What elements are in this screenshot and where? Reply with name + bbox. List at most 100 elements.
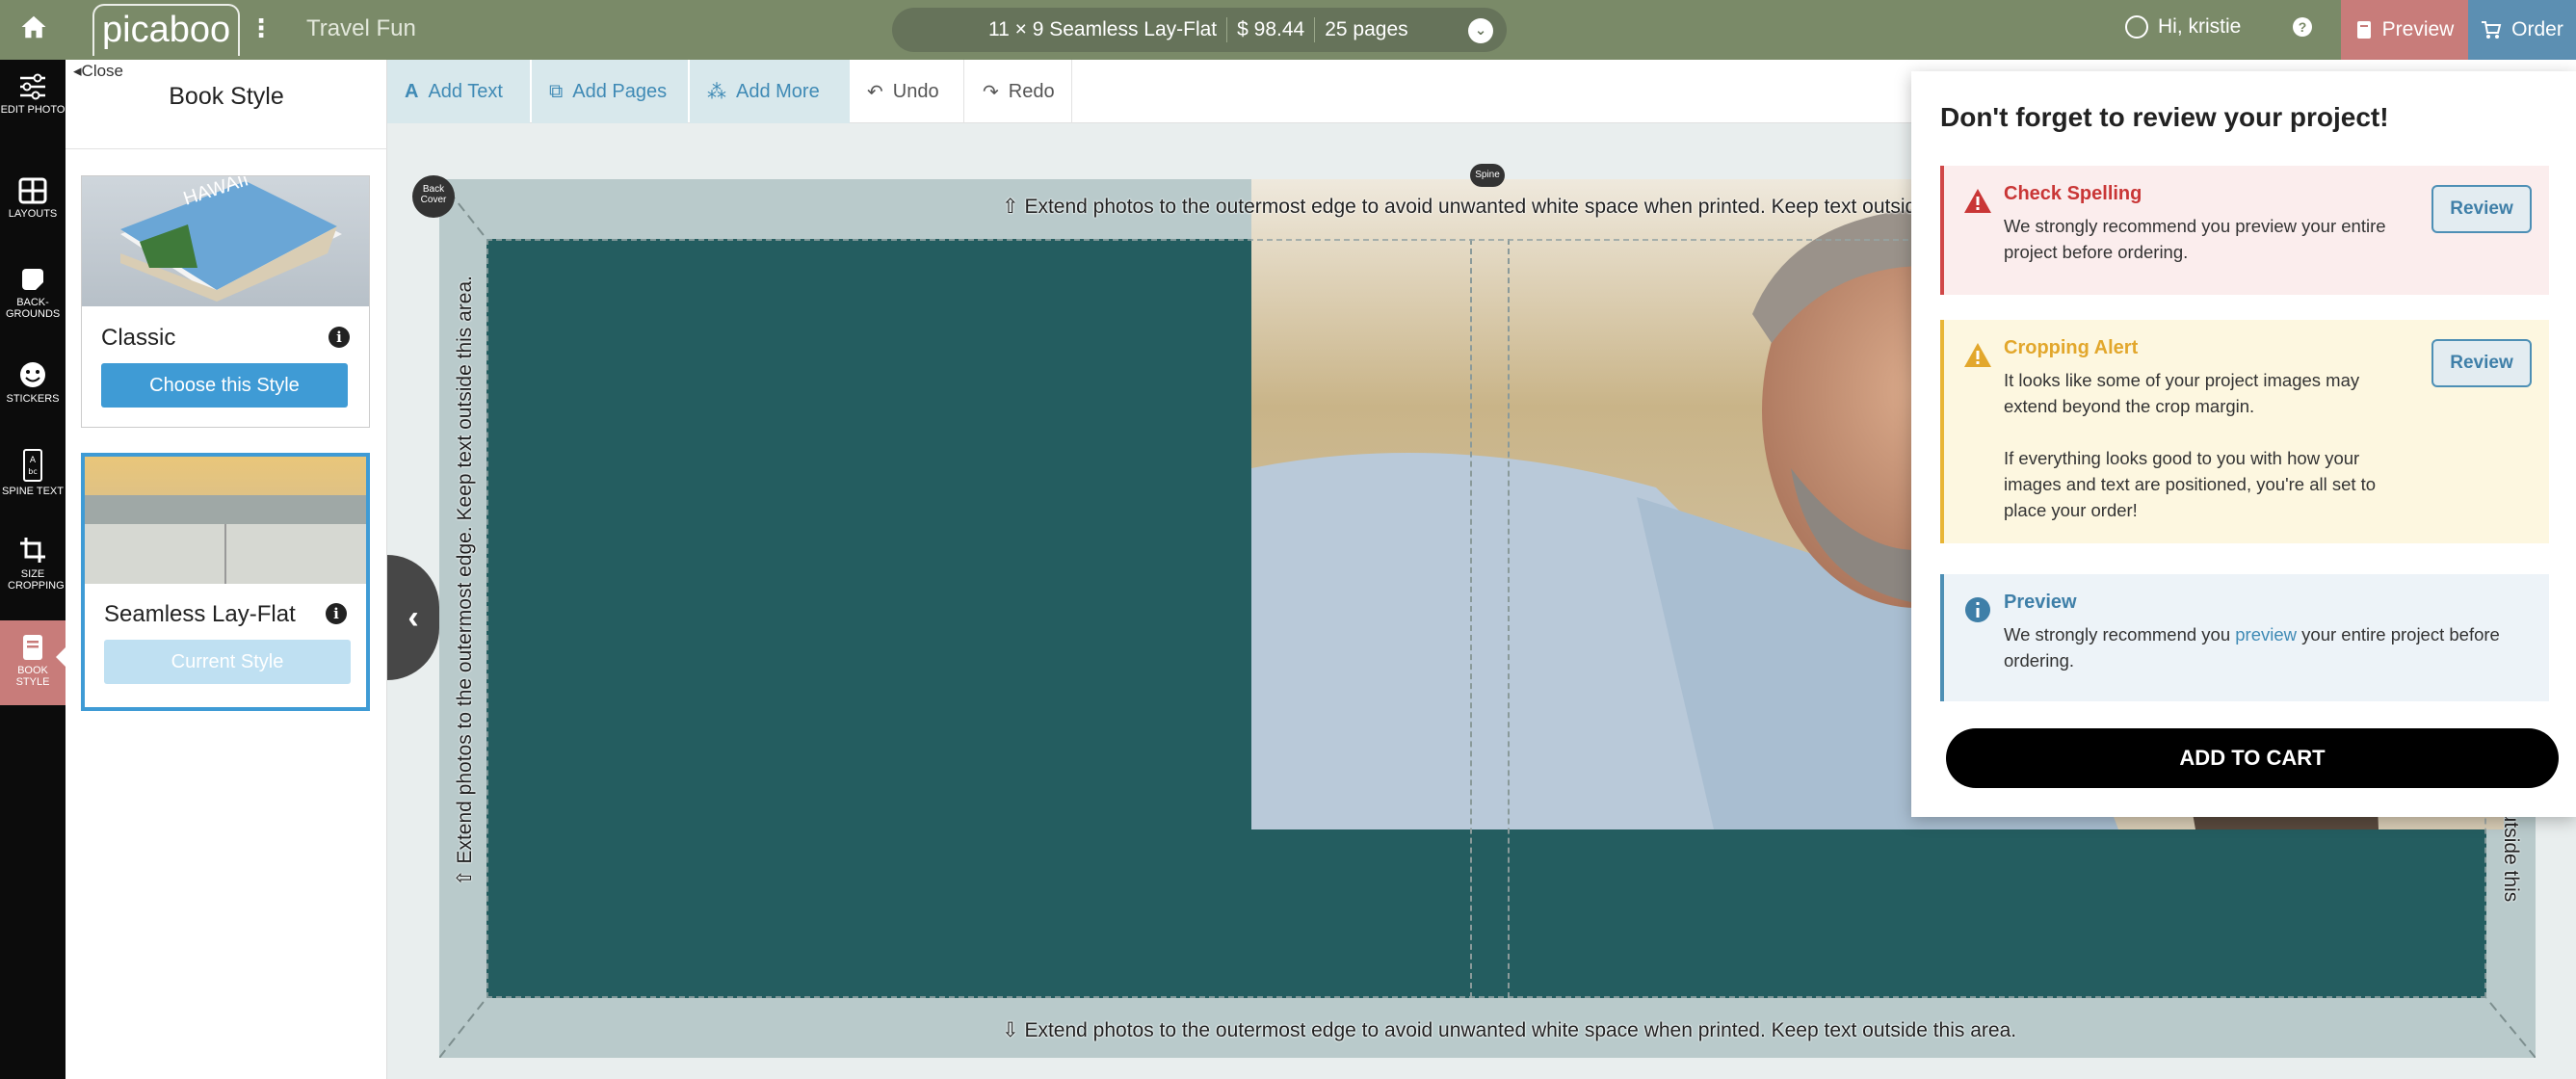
card-body: It looks like some of your project image…: [2004, 370, 2360, 416]
card-body: If everything looks good to you with how…: [2004, 448, 2377, 520]
layflat-book-thumbnail: [85, 457, 366, 584]
cart-icon: [2482, 21, 2502, 39]
book-icon: [2356, 21, 2371, 39]
bleed-text: Extend photos to the outermost edge to a…: [1024, 1019, 2017, 1041]
crop-icon: [20, 538, 45, 563]
card-body: We strongly recommend you preview your e…: [2004, 621, 2524, 673]
check-spelling-card: Check Spelling We strongly recommend you…: [1940, 166, 2549, 295]
page-count: 25 pages: [1325, 18, 1408, 40]
add-more-label: Add More: [736, 80, 820, 102]
divider: [66, 148, 387, 149]
review-cropping-button[interactable]: Review: [2431, 339, 2532, 387]
divider: [963, 60, 964, 123]
book-icon: [23, 635, 42, 660]
project-title[interactable]: Travel Fun: [306, 15, 416, 42]
undo-button[interactable]: ↶ Undo: [850, 60, 963, 123]
review-popup: Don't forget to review your project! Che…: [1911, 71, 2576, 817]
tool-label: SPINE TEXT: [2, 486, 64, 497]
back-cover-badge: Back Cover: [412, 175, 455, 218]
tool-stickers[interactable]: STICKERS: [0, 360, 66, 445]
help-icon[interactable]: ?: [2293, 17, 2312, 37]
tool-spine-text[interactable]: Abc SPINE TEXT: [0, 449, 66, 534]
preview-button[interactable]: Preview: [2341, 0, 2468, 60]
svg-text:bc: bc: [28, 467, 37, 476]
tool-label: SIZE CROPPING: [8, 568, 65, 592]
review-title: Don't forget to review your project!: [1940, 102, 2389, 132]
cropping-alert-card: Cropping Alert It looks like some of you…: [1940, 320, 2549, 543]
user-icon: [2125, 15, 2148, 39]
add-text-label: Add Text: [428, 80, 503, 102]
bleed-text: Extend photos to the outermost edge to a…: [1024, 196, 1965, 218]
text-icon: A: [405, 80, 419, 102]
tool-backgrounds[interactable]: BACK-GROUNDS: [0, 266, 66, 351]
top-bar: picaboo ⋮ Travel Fun 11 × 9 Seamless Lay…: [0, 0, 2576, 60]
tool-book-style[interactable]: BOOK STYLE: [0, 620, 66, 705]
smiley-icon: [20, 362, 45, 387]
order-label: Order: [2511, 18, 2563, 40]
grid-icon: [18, 177, 47, 204]
bleed-notice-top: ⇧ Extend photos to the outermost edge to…: [1002, 196, 1965, 218]
tool-edit-photo[interactable]: EDIT PHOTO: [0, 73, 66, 158]
info-icon: [1965, 597, 1990, 622]
greeting: Hi, kristie: [2158, 15, 2242, 38]
warning-icon: [1964, 189, 1991, 213]
preview-label: Preview: [2381, 18, 2455, 40]
tool-sidebar: EDIT PHOTO LAYOUTS BACK-GROUNDS STICKERS…: [0, 60, 66, 1079]
divider: [1314, 17, 1316, 42]
bleed-notice-left: ⇧ Extend photos to the outermost edge. K…: [454, 276, 476, 886]
spine-badge: Spine: [1470, 164, 1505, 187]
bleed-text: Extend photos to the outermost edge. Kee…: [454, 276, 476, 864]
redo-icon: ↷: [983, 81, 999, 103]
svg-text:A: A: [30, 456, 37, 465]
add-pages-label: Add Pages: [572, 80, 668, 102]
background-icon: [22, 269, 43, 290]
style-name: Classic: [101, 325, 176, 351]
style-card-seamless-lay-flat[interactable]: Seamless Lay-Flat i Current Style: [81, 453, 370, 711]
divider: [1226, 17, 1228, 42]
preview-link[interactable]: preview: [2235, 624, 2297, 645]
home-icon[interactable]: [19, 13, 48, 41]
chevron-down-icon[interactable]: ⌄: [1468, 18, 1493, 43]
spine-text-icon: Abc: [23, 449, 42, 482]
preview-card: Preview We strongly recommend you previe…: [1940, 574, 2549, 701]
redo-label: Redo: [1008, 80, 1055, 102]
price: $ 98.44: [1237, 18, 1305, 40]
panel-title: Book Style: [169, 83, 284, 110]
add-pages-button[interactable]: ⧉ Add Pages: [532, 60, 688, 123]
body-text: We strongly recommend you: [2004, 624, 2236, 645]
style-card-classic[interactable]: HAWAII Classic i Choose this Style: [81, 175, 370, 428]
info-icon[interactable]: i: [329, 327, 350, 348]
card-heading: Preview: [2004, 592, 2077, 613]
user-menu[interactable]: Hi, kristie: [2125, 15, 2241, 39]
order-button[interactable]: Order: [2468, 0, 2576, 60]
tool-size-cropping[interactable]: SIZE CROPPING: [0, 536, 66, 620]
tool-label: BACK-GROUNDS: [6, 297, 61, 320]
tool-label: LAYOUTS: [8, 208, 58, 220]
classic-book-thumbnail: HAWAII: [82, 176, 369, 306]
pages-icon: ⧉: [549, 80, 564, 102]
close-button[interactable]: ◂Close: [73, 62, 123, 81]
choose-style-button[interactable]: Choose this Style: [101, 363, 348, 408]
current-style-button: Current Style: [104, 640, 351, 684]
add-to-cart-button[interactable]: ADD TO CART: [1946, 728, 2559, 788]
warning-icon: [1964, 343, 1991, 367]
kebab-menu-icon[interactable]: ⋮: [249, 13, 274, 43]
tool-layouts[interactable]: LAYOUTS: [0, 177, 66, 262]
add-more-button[interactable]: ⁂ Add More: [690, 60, 850, 123]
beach-photo-image: [85, 457, 366, 584]
project-summary-dropdown[interactable]: 11 × 9 Seamless Lay-Flat $ 98.44 25 page…: [892, 8, 1507, 52]
add-text-button[interactable]: A Add Text: [387, 60, 530, 123]
redo-button[interactable]: ↷ Redo: [965, 60, 1071, 123]
book-photo-image: HAWAII: [120, 176, 342, 302]
book-style-panel: ◂Close Book Style HAWAII Classic i Choos…: [66, 60, 387, 1079]
bleed-notice-bottom: ⇩ Extend photos to the outermost edge to…: [1002, 1019, 2017, 1041]
undo-icon: ↶: [867, 81, 883, 103]
tool-label: STICKERS: [6, 393, 60, 405]
picaboo-logo[interactable]: picaboo: [92, 4, 241, 56]
card-body: We strongly recommend you preview your e…: [2004, 216, 2386, 262]
divider: [1071, 60, 1072, 123]
info-icon[interactable]: i: [326, 603, 347, 624]
undo-label: Undo: [892, 80, 939, 102]
review-spelling-button[interactable]: Review: [2431, 185, 2532, 233]
style-name: Seamless Lay-Flat: [104, 601, 296, 627]
